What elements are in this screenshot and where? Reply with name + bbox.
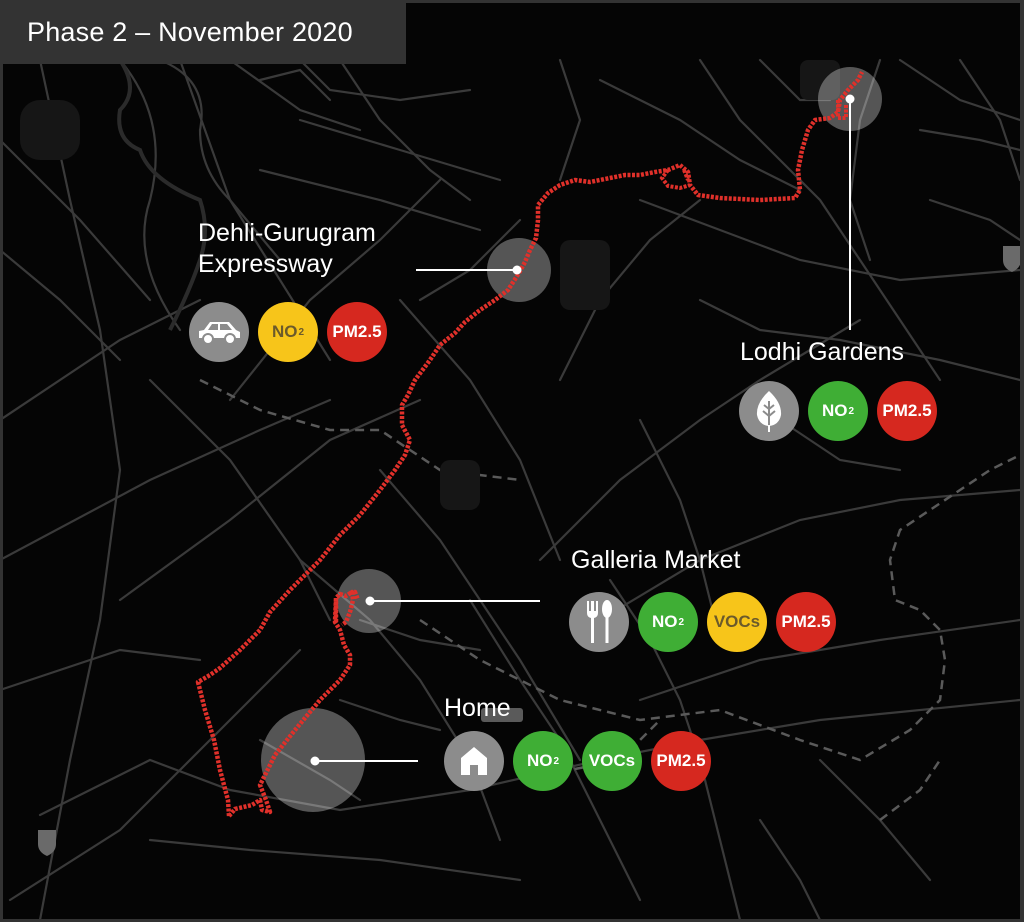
- badge-subscript: 2: [848, 405, 855, 417]
- house-icon: [444, 731, 504, 791]
- badge-label: NO: [271, 322, 298, 341]
- location-label-galleria: Galleria Market: [571, 546, 741, 574]
- badge-subscript: 2: [678, 616, 685, 628]
- route-path: [195, 70, 865, 818]
- badge-pm25: PM2.5: [776, 592, 836, 652]
- badge-pm25: PM2.5: [327, 302, 387, 362]
- badge-label: PM2.5: [332, 322, 382, 341]
- location-label-lodhi: Lodhi Gardens: [740, 338, 905, 366]
- badge-vocs: VOCs: [582, 731, 642, 791]
- badge-label: PM2.5: [781, 612, 831, 631]
- badge-label: PM2.5: [656, 751, 706, 770]
- badge-label: NO: [526, 751, 553, 770]
- badge-vocs: VOCs: [707, 592, 767, 652]
- car-icon: [189, 302, 249, 362]
- fork-spoon-icon: [569, 592, 629, 652]
- title-banner: Phase 2 – November 2020: [0, 0, 406, 64]
- expressway-label-line1: Dehli-Gurugram: [198, 219, 376, 247]
- badge-pm25: PM2.5: [877, 381, 937, 441]
- badge-no2: NO 2: [808, 381, 868, 441]
- badge-no2: NO 2: [258, 302, 318, 362]
- badges-home: NO 2 VOCs PM2.5: [444, 731, 711, 791]
- badge-pm25: PM2.5: [651, 731, 711, 791]
- location-label-expressway: Dehli-Gurugram Expressway: [198, 218, 376, 280]
- badge-label: NO: [651, 612, 678, 631]
- badge-no2: NO 2: [638, 592, 698, 652]
- map-frame: Phase 2 – November 2020 Dehli-Gurugram E…: [0, 0, 1024, 922]
- leaf-icon: [739, 381, 799, 441]
- badge-subscript: 2: [298, 326, 305, 338]
- expressway-label-line2: Expressway: [198, 250, 333, 278]
- badges-galleria: NO 2 VOCs PM2.5: [569, 592, 836, 652]
- location-label-home: Home: [444, 694, 511, 722]
- river: [117, 58, 207, 331]
- badge-label: VOCs: [588, 751, 636, 770]
- badge-label: NO: [821, 401, 848, 420]
- badge-label: VOCs: [713, 612, 761, 631]
- badges-expressway: NO 2 PM2.5: [189, 302, 387, 362]
- badge-subscript: 2: [553, 755, 560, 767]
- land-blocks: [20, 60, 840, 510]
- badges-lodhi: NO 2 PM2.5: [739, 381, 937, 441]
- page-title: Phase 2 – November 2020: [27, 16, 353, 47]
- badge-label: PM2.5: [882, 401, 932, 420]
- badge-no2: NO 2: [513, 731, 573, 791]
